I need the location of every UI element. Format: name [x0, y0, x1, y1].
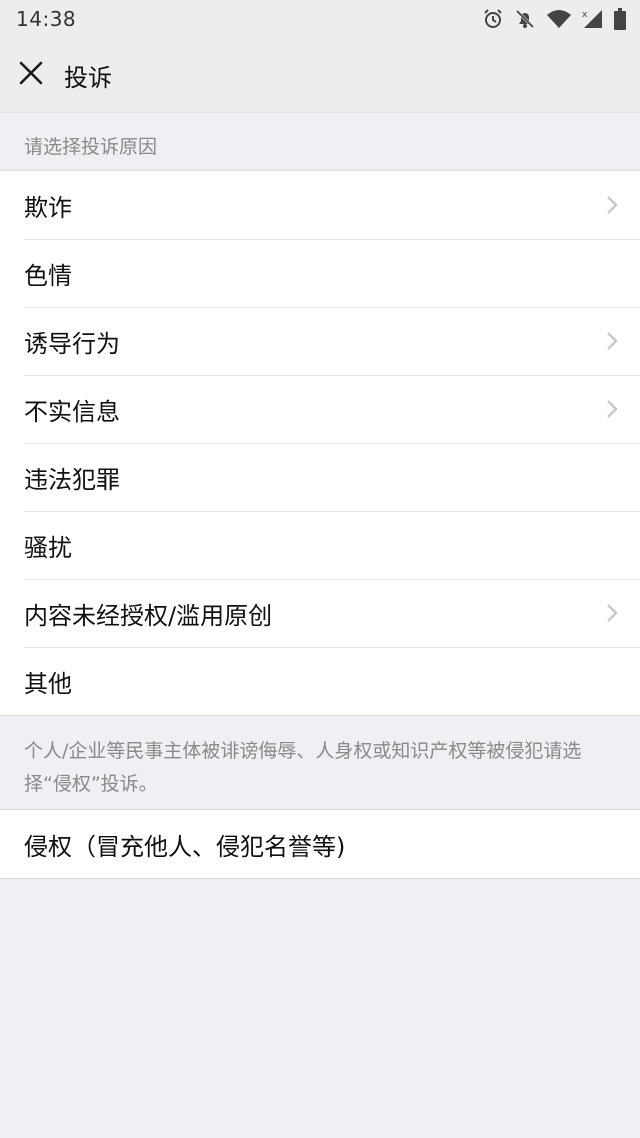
chevron-right-icon — [606, 603, 618, 627]
reason-item-pornography[interactable]: 色情 — [0, 239, 640, 307]
header-bar: 投诉 — [0, 38, 640, 112]
reason-label: 内容未经授权/滥用原创 — [24, 602, 273, 630]
reason-label: 诱导行为 — [24, 330, 120, 358]
reason-label: 其他 — [24, 670, 72, 698]
chevron-right-icon — [606, 195, 618, 219]
reason-item-other[interactable]: 其他 — [0, 647, 640, 715]
status-icons: x — [482, 6, 626, 32]
section-hint-text: 请选择投诉原因 — [24, 136, 158, 158]
infringement-notice-text: 个人/企业等民事主体被诽谤侮辱、人身权或知识产权等被侵犯请选择“侵权”投诉。 — [24, 740, 582, 795]
reason-item-inducement[interactable]: 诱导行为 — [0, 307, 640, 375]
reason-label: 骚扰 — [24, 534, 72, 562]
reason-item-harassment[interactable]: 骚扰 — [0, 511, 640, 579]
chevron-right-icon — [606, 331, 618, 355]
signal-icon: x — [582, 8, 604, 30]
bell-off-icon — [514, 8, 536, 30]
reason-item-false-info[interactable]: 不实信息 — [0, 375, 640, 443]
reason-item-infringement[interactable]: 侵权（冒充他人、侵犯名誉等) — [0, 810, 640, 878]
svg-text:x: x — [582, 10, 588, 20]
status-bar: 14:38 x — [0, 0, 640, 38]
reason-label: 违法犯罪 — [24, 466, 120, 494]
reason-item-unauthorized-content[interactable]: 内容未经授权/滥用原创 — [0, 579, 640, 647]
status-time: 14:38 — [16, 7, 77, 31]
reason-label: 欺诈 — [24, 194, 72, 222]
alarm-icon — [482, 8, 504, 30]
battery-icon — [614, 8, 626, 30]
chevron-right-icon — [606, 399, 618, 423]
section-hint: 请选择投诉原因 — [0, 112, 640, 171]
close-icon — [18, 60, 44, 90]
close-button[interactable] — [10, 54, 52, 96]
reason-item-crime[interactable]: 违法犯罪 — [0, 443, 640, 511]
reason-item-fraud[interactable]: 欺诈 — [0, 171, 640, 239]
wifi-icon — [546, 9, 572, 29]
reason-label: 不实信息 — [24, 398, 120, 426]
reason-list: 欺诈 色情 诱导行为 不实信息 违法犯罪 骚扰 内容未经授权/滥用原创 其他 — [0, 170, 640, 716]
infringement-list: 侵权（冒充他人、侵犯名誉等) — [0, 809, 640, 879]
reason-label: 侵权（冒充他人、侵犯名誉等) — [24, 833, 346, 861]
page-title: 投诉 — [64, 64, 112, 92]
reason-label: 色情 — [24, 262, 72, 290]
infringement-notice: 个人/企业等民事主体被诽谤侮辱、人身权或知识产权等被侵犯请选择“侵权”投诉。 — [0, 717, 640, 809]
